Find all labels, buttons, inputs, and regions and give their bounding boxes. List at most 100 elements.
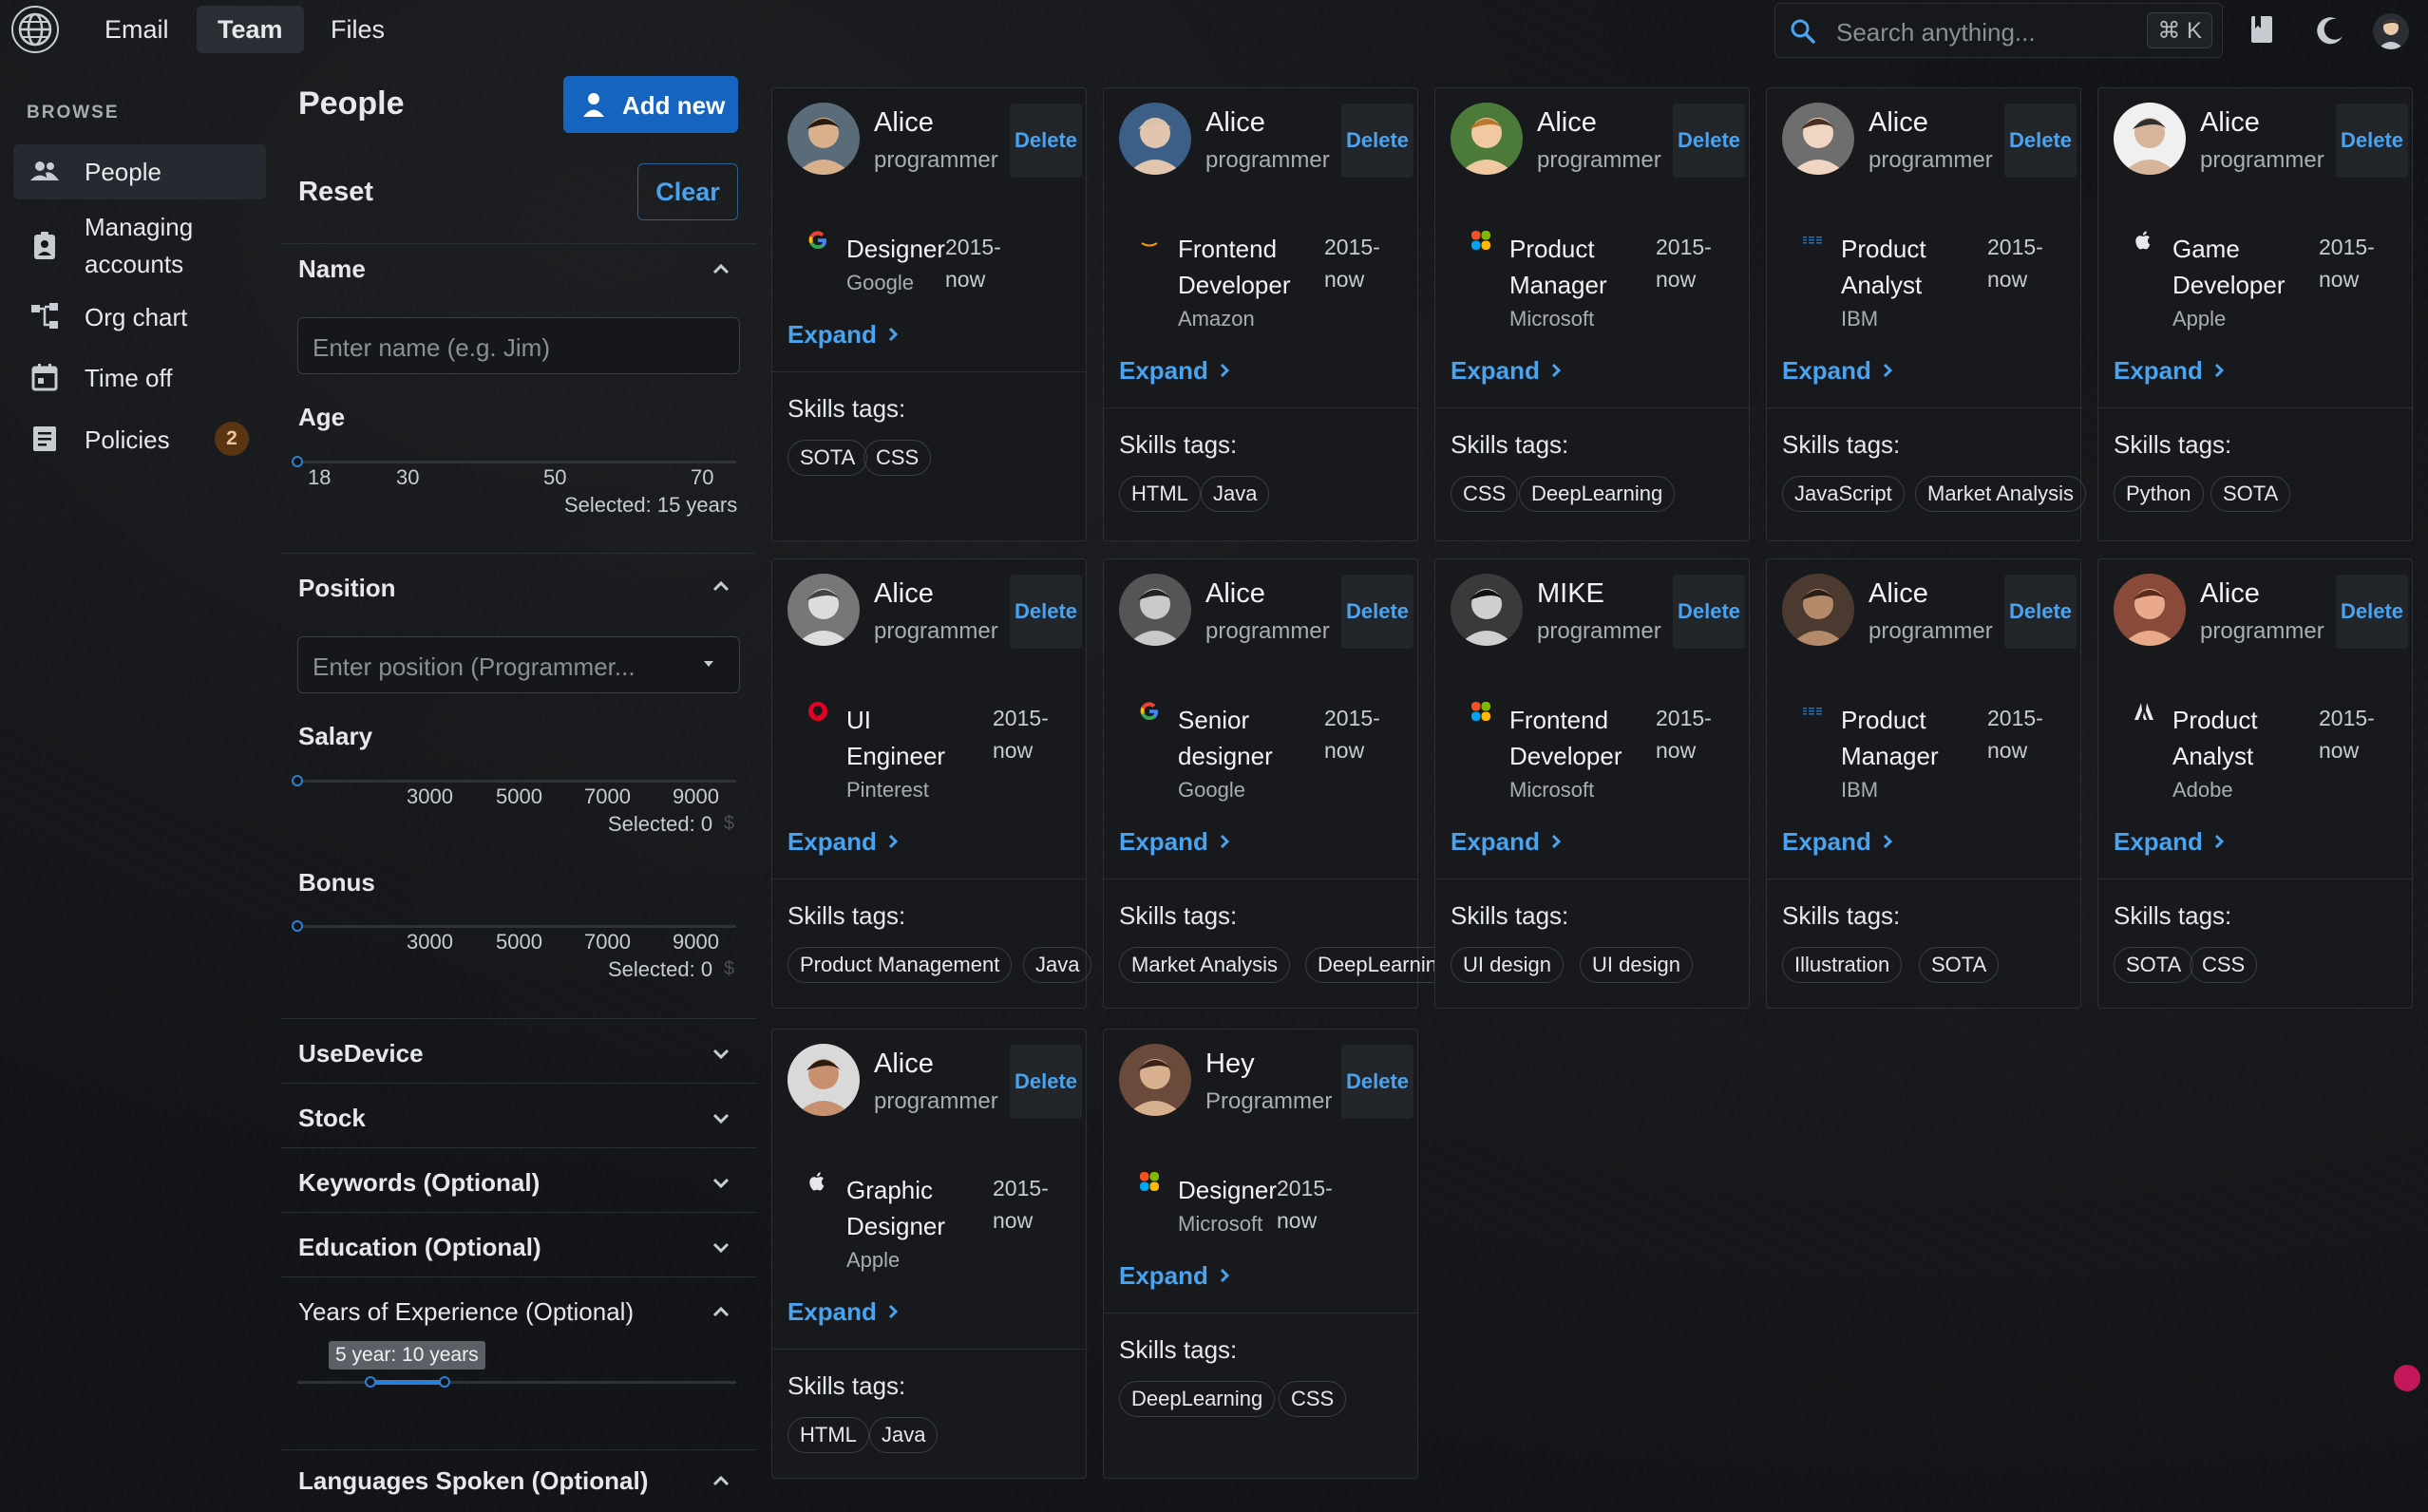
chevron-up-icon[interactable] [709, 1299, 733, 1324]
sidebar-item-people[interactable]: People [13, 144, 266, 199]
skill-tag[interactable]: UI design [1451, 947, 1564, 983]
user-avatar[interactable] [2373, 13, 2409, 49]
tab-email[interactable]: Email [84, 6, 190, 53]
skill-tag[interactable]: Product Management [787, 947, 1013, 983]
skill-tag[interactable]: Java [1201, 476, 1270, 512]
skill-tag[interactable]: HTML [787, 1417, 869, 1453]
skill-tag[interactable]: SOTA [787, 440, 868, 476]
name-input[interactable]: Enter name (e.g. Jim) [297, 317, 740, 374]
skill-tag[interactable]: SOTA [2210, 476, 2291, 512]
skill-tag[interactable]: UI design [1580, 947, 1693, 983]
globe-icon[interactable] [11, 6, 59, 53]
chevron-up-icon[interactable] [709, 1468, 733, 1493]
search-box[interactable]: Search anything... ⌘ K [1774, 3, 2223, 58]
tab-team[interactable]: Team [197, 6, 304, 53]
expand-button[interactable]: Expand [1782, 356, 1871, 386]
salary-slider-track[interactable] [297, 780, 736, 783]
experience-filter-label[interactable]: Years of Experience (Optional) [298, 1297, 634, 1327]
translate-icon[interactable] [2394, 1365, 2420, 1391]
chevron-right-icon[interactable] [882, 1301, 903, 1322]
sidebar-item-policies[interactable]: Policies 2 [13, 412, 266, 465]
expand-button[interactable]: Expand [2114, 827, 2203, 857]
expand-button[interactable]: Expand [1782, 827, 1871, 857]
expand-button[interactable]: Expand [1451, 356, 1540, 386]
chevron-right-icon[interactable] [1214, 831, 1235, 852]
delete-button[interactable]: Delete [1341, 104, 1413, 178]
bonus-slider-handle[interactable] [292, 920, 303, 932]
delete-button[interactable]: Delete [1341, 1045, 1413, 1119]
sidebar-item-managing-accounts[interactable]: Managing accounts [13, 209, 266, 283]
moon-icon[interactable] [2312, 11, 2350, 49]
expand-button[interactable]: Expand [1119, 1261, 1208, 1291]
chevron-down-icon[interactable] [709, 1170, 733, 1195]
delete-button[interactable]: Delete [2004, 104, 2077, 178]
chevron-right-icon[interactable] [1546, 831, 1566, 852]
sidebar-item-time-off[interactable]: Time off [13, 351, 266, 403]
chevron-right-icon[interactable] [1877, 831, 1898, 852]
salary-slider-handle[interactable] [292, 775, 303, 786]
skill-tag[interactable]: Market Analysis [1119, 947, 1291, 983]
skill-tag[interactable]: DeepLearnin [1305, 947, 1450, 983]
chevron-right-icon[interactable] [1214, 1265, 1235, 1286]
experience-slider-max-handle[interactable] [439, 1376, 450, 1388]
expand-button[interactable]: Expand [1119, 827, 1208, 857]
delete-button[interactable]: Delete [2336, 575, 2408, 649]
skill-tag[interactable]: Java [869, 1417, 939, 1453]
expand-button[interactable]: Expand [2114, 356, 2203, 386]
keywords-filter-label[interactable]: Keywords (Optional) [298, 1168, 540, 1198]
skill-tag[interactable]: CSS [863, 440, 932, 476]
chevron-right-icon[interactable] [1877, 360, 1898, 381]
skill-tag[interactable]: DeepLearning [1119, 1381, 1276, 1417]
education-filter-label[interactable]: Education (Optional) [298, 1233, 541, 1262]
bonus-slider-track[interactable] [297, 925, 736, 928]
delete-button[interactable]: Delete [1010, 575, 1082, 649]
bookmark-icon[interactable] [2244, 11, 2282, 49]
skill-tag[interactable]: Java [1023, 947, 1092, 983]
skill-tag[interactable]: DeepLearning [1519, 476, 1676, 512]
add-new-button[interactable]: Add new [563, 76, 738, 133]
skill-tag[interactable]: CSS [1451, 476, 1519, 512]
expand-button[interactable]: Expand [787, 1297, 877, 1327]
age-slider-handle[interactable] [292, 456, 303, 467]
chevron-up-icon[interactable] [709, 256, 733, 281]
skill-tag[interactable]: SOTA [1919, 947, 2000, 983]
chevron-down-icon[interactable] [709, 1235, 733, 1259]
delete-button[interactable]: Delete [1673, 104, 1745, 178]
skill-tag[interactable]: CSS [1279, 1381, 1347, 1417]
expand-button[interactable]: Expand [1119, 356, 1208, 386]
expand-button[interactable]: Expand [787, 827, 877, 857]
usedevice-filter-label[interactable]: UseDevice [298, 1039, 424, 1068]
sidebar-item-org-chart[interactable]: Org chart [13, 291, 266, 342]
chevron-right-icon[interactable] [2209, 360, 2229, 381]
skill-tag[interactable]: Python [2114, 476, 2204, 512]
clear-button[interactable]: Clear [637, 163, 738, 220]
chevron-up-icon[interactable] [709, 574, 733, 598]
skill-tag[interactable]: Market Analysis [1915, 476, 2087, 512]
delete-button[interactable]: Delete [1010, 1045, 1082, 1119]
position-select[interactable]: Enter position (Programmer... [297, 636, 740, 693]
skill-tag[interactable]: HTML [1119, 476, 1201, 512]
experience-slider-track[interactable] [297, 1381, 736, 1384]
delete-button[interactable]: Delete [1673, 575, 1745, 649]
languages-filter-label[interactable]: Languages Spoken (Optional) [298, 1466, 648, 1496]
stock-filter-label[interactable]: Stock [298, 1104, 366, 1133]
delete-button[interactable]: Delete [1341, 575, 1413, 649]
chevron-down-icon[interactable] [709, 1106, 733, 1130]
delete-button[interactable]: Delete [2336, 104, 2408, 178]
age-slider-track[interactable] [297, 461, 736, 463]
skill-tag[interactable]: Illustration [1782, 947, 1903, 983]
delete-button[interactable]: Delete [2004, 575, 2077, 649]
delete-button[interactable]: Delete [1010, 104, 1082, 178]
expand-button[interactable]: Expand [1451, 827, 1540, 857]
chevron-right-icon[interactable] [2209, 831, 2229, 852]
skill-tag[interactable]: CSS [2190, 947, 2258, 983]
skill-tag[interactable]: SOTA [2114, 947, 2194, 983]
chevron-right-icon[interactable] [882, 831, 903, 852]
chevron-right-icon[interactable] [1546, 360, 1566, 381]
chevron-right-icon[interactable] [1214, 360, 1235, 381]
chevron-down-icon[interactable] [709, 1041, 733, 1066]
expand-button[interactable]: Expand [787, 320, 877, 350]
chevron-right-icon[interactable] [882, 324, 903, 345]
experience-slider-min-handle[interactable] [365, 1376, 376, 1388]
skill-tag[interactable]: JavaScript [1782, 476, 1905, 512]
